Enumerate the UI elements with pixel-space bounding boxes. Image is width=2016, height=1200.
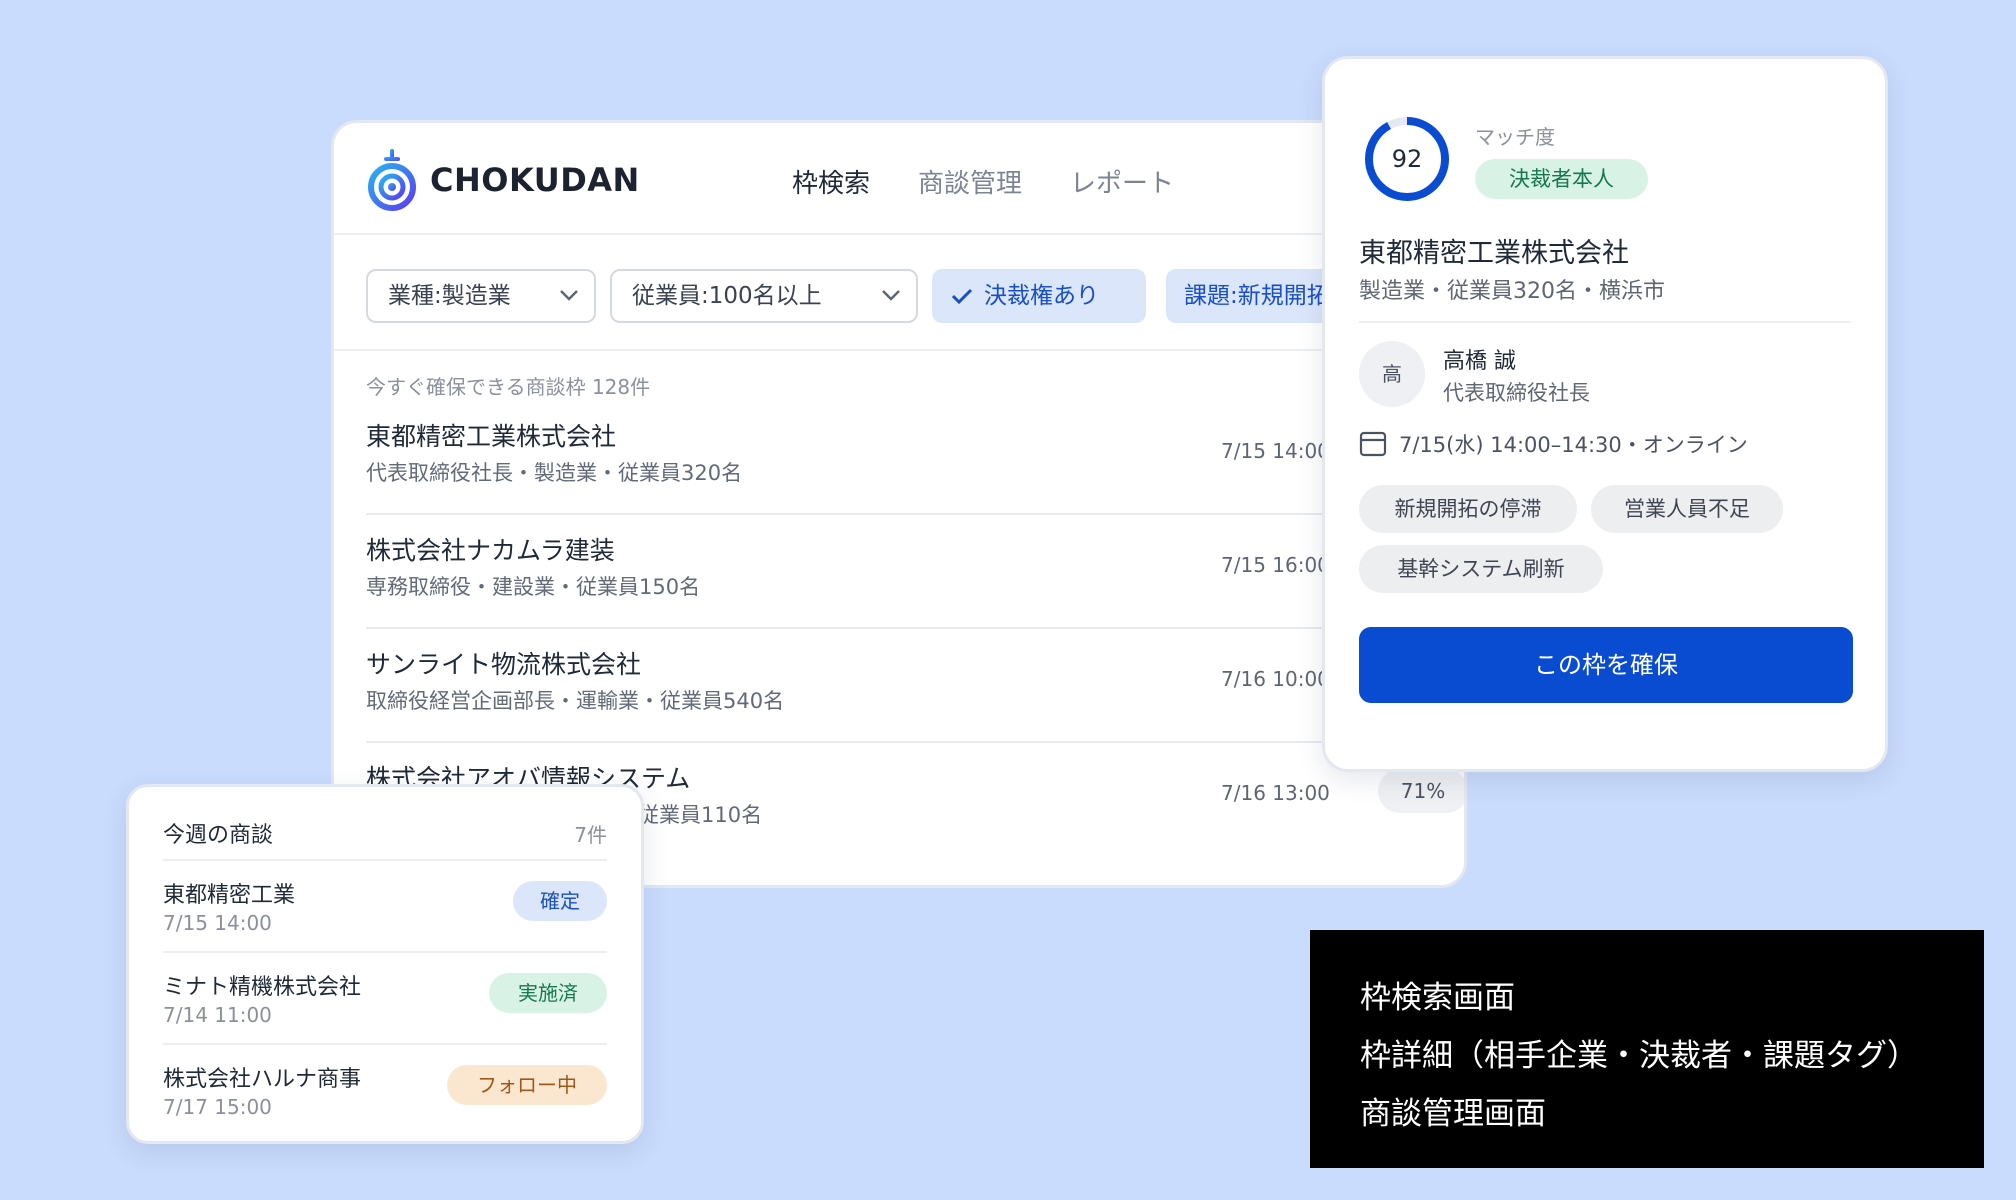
slot-detail: 専務取締役・建設業・従業員150名 [366,575,701,599]
main-nav: 枠検索 商談管理 レポート [792,163,1174,200]
match-score-gauge: 92 [1365,117,1449,201]
slot-time: 7/16 13:00 [1221,781,1330,805]
slot-company: 東都精密工業株式会社 [366,422,617,451]
chokudan-logo-icon [368,149,416,211]
deal-time: 7/17 15:00 [163,1095,272,1119]
slot-detail: 取締役経営企画部長・運輸業・従業員540名 [366,689,785,713]
divider [1359,321,1851,323]
divider [334,349,1464,351]
slot-detail: 代表取締役社長・製造業・従業員320名 [366,461,743,485]
app-header: CHOKUDAN 枠検索 商談管理 レポート [334,123,1464,235]
slot-time: 7/15 16:00 [1221,553,1330,577]
nav-tab-deal-management[interactable]: 商談管理 [918,163,1022,200]
chevron-down-icon [882,290,900,301]
caption-line: 枠検索画面 [1360,980,1515,1016]
issue-filter-label: 課題:新規開拓 [1184,283,1330,309]
avatar: 高 [1359,341,1425,407]
authority-filter-label: 決裁権あり [984,283,1099,309]
slot-time: 7/15 14:00 [1221,439,1330,463]
check-icon [951,288,973,305]
filter-bar: 業種:製造業 従業員:100名以上 決裁権あり 課題:新規開拓 [366,269,1464,323]
detail-company-name: 東都精密工業株式会社 [1359,238,1629,269]
match-score-badge: 71% [1378,769,1464,813]
reserve-slot-button[interactable]: この枠を確保 [1359,627,1853,703]
nav-tab-slot-search[interactable]: 枠検索 [792,163,870,200]
divider [163,951,607,953]
industry-select-value: 業種:製造業 [388,283,511,309]
nav-tab-report[interactable]: レポート [1070,163,1174,200]
status-badge: 確定 [513,881,607,921]
brand-name: CHOKUDAN [430,161,640,199]
weekly-deals-title: 今週の商談 [163,823,274,848]
decision-maker-badge: 決裁者本人 [1475,159,1648,199]
caption-line: 商談管理画面 [1360,1096,1546,1132]
deal-company: 東都精密工業 [163,883,296,908]
employees-select[interactable]: 従業員:100名以上 [610,269,918,323]
slot-company: サンライト物流株式会社 [366,650,642,679]
issue-tag: 営業人員不足 [1591,485,1783,533]
search-window: CHOKUDAN 枠検索 商談管理 レポート 業種:製造業 従業員:100名以上… [331,120,1467,888]
detail-company-meta: 製造業・従業員320名・横浜市 [1359,279,1665,304]
status-badge: 実施済 [489,973,607,1013]
person-title: 代表取締役社長 [1443,381,1590,405]
divider [163,859,607,861]
deal-time: 7/14 11:00 [163,1003,272,1027]
slot-detail-card: 92 マッチ度 決裁者本人 東都精密工業株式会社 製造業・従業員320名・横浜市… [1322,56,1888,772]
deal-time: 7/15 14:00 [163,911,272,935]
caption-line: 枠詳細（相手企業・決裁者・課題タグ） [1360,1038,1918,1074]
person-name: 高橋 誠 [1443,349,1516,374]
slot-company: 株式会社ナカムラ建装 [366,536,615,565]
calendar-icon [1359,431,1387,457]
result-count: 今すぐ確保できる商談枠 128件 [366,375,651,399]
meeting-schedule: 7/15(水) 14:00–14:30・オンライン [1399,433,1748,457]
caption-box: 枠検索画面 枠詳細（相手企業・決裁者・課題タグ） 商談管理画面 [1310,930,1984,1168]
match-score-value: 92 [1392,145,1423,173]
status-badge: フォロー中 [447,1065,607,1105]
issue-tag: 新規開拓の停滞 [1359,485,1577,533]
deal-company: ミナト精機株式会社 [163,975,362,1000]
weekly-deals-card: 今週の商談 7件 東都精密工業 7/15 14:00 確定 ミナト精機株式会社 … [126,784,644,1144]
chevron-down-icon [560,290,578,301]
weekly-deals-count: 7件 [574,823,607,847]
employees-select-value: 従業員:100名以上 [632,283,822,309]
slot-detail: 従業員110名 [638,803,763,827]
authority-filter-chip[interactable]: 決裁権あり [932,269,1146,323]
slot-row[interactable]: 株式会社ナカムラ建装 専務取締役・建設業・従業員150名 7/15 16:00 [366,515,1432,629]
slot-row[interactable]: サンライト物流株式会社 取締役経営企画部長・運輸業・従業員540名 7/16 1… [366,629,1432,743]
divider [163,1043,607,1045]
slot-row[interactable]: 東都精密工業株式会社 代表取締役社長・製造業・従業員320名 7/15 14:0… [366,401,1432,515]
industry-select[interactable]: 業種:製造業 [366,269,596,323]
deal-company: 株式会社ハルナ商事 [163,1067,362,1092]
issue-tag: 基幹システム刷新 [1359,545,1603,593]
match-label: マッチ度 [1475,125,1555,149]
slot-time: 7/16 10:00 [1221,667,1330,691]
